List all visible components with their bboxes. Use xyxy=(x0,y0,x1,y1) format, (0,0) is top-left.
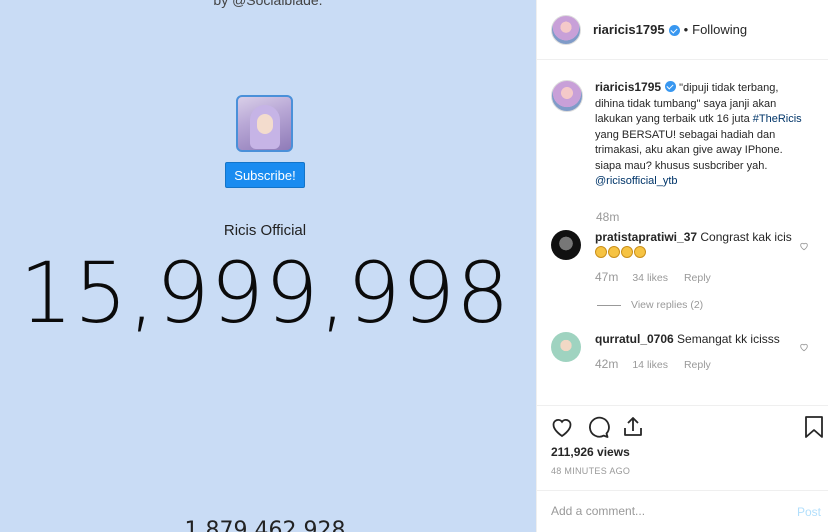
grin-emoji-icon xyxy=(634,246,646,258)
commenter-avatar[interactable] xyxy=(551,230,581,260)
comment-time[interactable]: 47m xyxy=(595,270,618,285)
post-header: riaricis1795 • Following xyxy=(537,0,828,60)
like-comment-heart-icon[interactable] xyxy=(799,241,809,251)
add-comment-input[interactable] xyxy=(551,504,771,518)
comment-text: Congrast kak icis xyxy=(700,230,792,244)
image-channel-name: Ricis Official xyxy=(223,222,307,239)
commenter-username[interactable]: pratistapratiwi_37 xyxy=(595,230,697,244)
view-replies-button[interactable]: View replies (2) xyxy=(597,299,703,311)
comment-item: pratistapratiwi_37 Congrast kak icis 47m… xyxy=(551,230,795,286)
caption-text-part2: yang BERSATU! sebagai hadiah dan trimaka… xyxy=(595,128,783,172)
grin-emoji-icon xyxy=(608,246,620,258)
post-side-panel: riaricis1795 • Following riaricis1795 "d… xyxy=(536,0,828,532)
comment-bubble-icon[interactable] xyxy=(585,414,611,440)
commenter-username[interactable]: qurratul_0706 xyxy=(595,332,674,346)
author-avatar[interactable] xyxy=(551,14,581,45)
image-byline: by @Socialblade. xyxy=(213,0,323,8)
post-timestamp[interactable]: 48 MINUTES AGO xyxy=(551,466,630,476)
verified-badge-icon xyxy=(668,25,680,36)
author-username[interactable]: riaricis1795 xyxy=(593,22,665,37)
reply-button[interactable]: Reply xyxy=(684,271,711,286)
comment-likes[interactable]: 34 likes xyxy=(632,271,668,286)
grin-emoji-icon xyxy=(595,246,607,258)
post-actions-bar xyxy=(537,405,828,442)
caption-timestamp[interactable]: 48m xyxy=(596,210,619,224)
replies-line xyxy=(597,304,621,306)
comments-list[interactable]: riaricis1795 "dipuji tidak terbang, dihi… xyxy=(537,60,828,405)
following-button[interactable]: Following xyxy=(692,22,747,37)
reply-button[interactable]: Reply xyxy=(684,358,711,373)
caption-mention-link[interactable]: @ricisofficial_ytb xyxy=(595,175,678,187)
image-bottom-count: 1,879,462,928 xyxy=(184,518,346,532)
commenter-avatar[interactable] xyxy=(551,332,581,362)
like-heart-icon[interactable] xyxy=(549,414,575,440)
comment-likes[interactable]: 14 likes xyxy=(632,358,668,373)
channel-avatar-image xyxy=(236,95,293,152)
post-caption: riaricis1795 "dipuji tidak terbang, dihi… xyxy=(551,80,805,190)
bookmark-icon[interactable] xyxy=(801,414,827,440)
like-comment-heart-icon[interactable] xyxy=(799,342,809,352)
grin-emoji-icon xyxy=(621,246,633,258)
image-subscriber-count: 15,999,998 xyxy=(19,244,511,342)
caption-username[interactable]: riaricis1795 xyxy=(595,80,661,94)
view-count[interactable]: 211,926 views xyxy=(551,445,630,459)
post-comment-button[interactable]: Post xyxy=(797,505,821,519)
caption-hashtag-link[interactable]: #TheRicis xyxy=(753,113,802,125)
post-image[interactable]: by @Socialblade. Subscribe! Ricis Offici… xyxy=(0,0,536,532)
comment-item: qurratul_0706 Semangat kk icisss 42m 14 … xyxy=(551,332,795,373)
view-replies-label: View replies (2) xyxy=(631,299,704,311)
share-icon[interactable] xyxy=(620,414,646,440)
comment-time[interactable]: 42m xyxy=(595,357,618,372)
comment-text: Semangat kk icisss xyxy=(677,332,780,346)
verified-badge-icon xyxy=(665,81,677,92)
add-comment-bar: Post xyxy=(537,490,828,532)
caption-author-avatar[interactable] xyxy=(551,80,583,112)
image-subscribe-button: Subscribe! xyxy=(225,162,305,188)
separator-dot: • xyxy=(683,22,689,37)
